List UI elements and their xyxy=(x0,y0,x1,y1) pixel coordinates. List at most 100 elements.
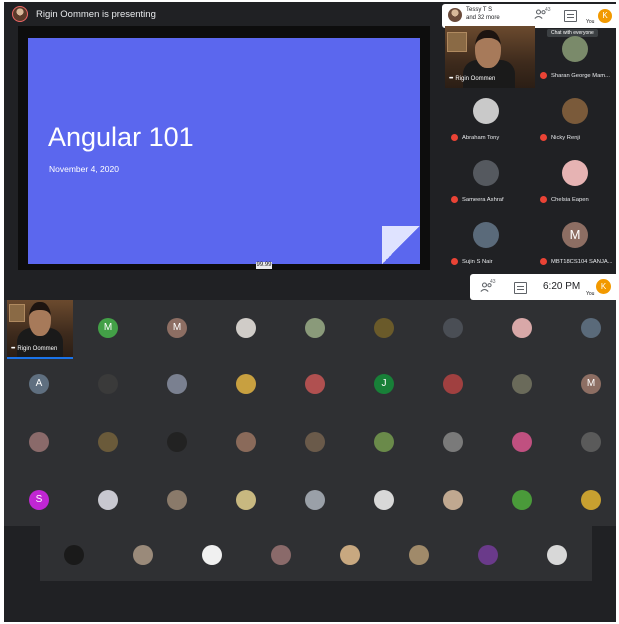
presenter-face xyxy=(29,302,51,336)
participant-name: Sharan George Mam... xyxy=(551,73,610,80)
user-avatar[interactable]: K xyxy=(598,9,612,23)
user-avatar[interactable]: K xyxy=(596,279,611,294)
meet-grid-view: 43 6:20 PM You K ••• Rigin Oommen M M A J M S xyxy=(4,272,616,622)
participant-avatar[interactable] xyxy=(29,432,49,452)
mic-off-icon xyxy=(540,134,547,141)
participant-avatar[interactable] xyxy=(98,374,118,394)
participant-name: MBT18CS104 SANJA... xyxy=(551,259,613,266)
participant-avatar[interactable] xyxy=(374,432,394,452)
participant-avatar[interactable] xyxy=(305,318,325,338)
you-label: You xyxy=(586,291,595,297)
participant-name-label: Sharan George Mam... xyxy=(540,72,610,79)
participant-name-label: Chelsia Eapen xyxy=(540,196,589,203)
participant-tile[interactable]: Sujin S Nair xyxy=(445,212,527,273)
more-options-icon[interactable]: ••• xyxy=(11,346,15,352)
participant-avatar[interactable] xyxy=(443,490,463,510)
participant-avatar[interactable] xyxy=(581,432,601,452)
participant-avatar: M xyxy=(562,222,588,248)
participant-avatar[interactable] xyxy=(98,490,118,510)
participant-name: Abraham Tony xyxy=(462,135,500,142)
participant-avatar[interactable] xyxy=(167,490,187,510)
participant-avatar[interactable] xyxy=(236,490,256,510)
background-window xyxy=(9,304,25,322)
participant-avatar[interactable] xyxy=(443,432,463,452)
participant-tile[interactable]: Abraham Tony xyxy=(445,88,527,150)
more-options-icon[interactable]: ••• xyxy=(449,76,453,82)
participant-avatar xyxy=(473,160,499,186)
participant-avatar[interactable] xyxy=(374,318,394,338)
participant-avatar[interactable] xyxy=(202,545,222,565)
presenting-text: Rigin Oommen is presenting xyxy=(36,8,156,20)
participant-avatar[interactable]: M xyxy=(167,318,187,338)
mic-off-icon xyxy=(451,196,458,203)
viewer-more: and 32 more xyxy=(466,15,500,21)
participant-avatar[interactable] xyxy=(443,318,463,338)
clock-time: 6:20 PM xyxy=(543,281,581,292)
slide-corner-fold xyxy=(382,226,420,264)
participant-tile[interactable]: Sharan George Mam... xyxy=(534,26,616,88)
mic-off-icon xyxy=(540,258,547,265)
presentation-frame: Angular 101 November 4, 2020 xyxy=(18,26,430,270)
participant-avatar[interactable] xyxy=(443,374,463,394)
participant-tile[interactable]: Chelsia Eapen xyxy=(534,150,616,212)
participant-name-label: MBT18CS104 SANJA... xyxy=(540,258,613,265)
participant-avatar[interactable] xyxy=(512,318,532,338)
participant-avatar[interactable] xyxy=(305,374,325,394)
participant-tile[interactable]: M MBT18CS104 SANJA... xyxy=(534,212,616,273)
slide-zoom-indicator: 99.99 xyxy=(256,262,272,269)
participant-avatar[interactable] xyxy=(98,432,118,452)
mic-off-icon xyxy=(451,258,458,265)
presenter-avatar xyxy=(12,6,28,22)
participant-tile[interactable]: Nicky Renji xyxy=(534,88,616,150)
participant-avatar[interactable] xyxy=(305,490,325,510)
participant-avatar[interactable] xyxy=(340,545,360,565)
participant-name: Sujin S Nair xyxy=(462,259,493,266)
participant-avatar[interactable]: M xyxy=(98,318,118,338)
slide-title: Angular 101 xyxy=(48,122,194,152)
participant-avatar[interactable] xyxy=(167,432,187,452)
participant-avatar[interactable] xyxy=(512,374,532,394)
people-count: 43 xyxy=(490,279,496,285)
chat-icon[interactable] xyxy=(564,10,577,22)
participant-avatar[interactable] xyxy=(478,545,498,565)
participant-avatar[interactable] xyxy=(512,490,532,510)
participant-tile[interactable]: Sameera Ashraf xyxy=(445,150,527,212)
participant-avatar[interactable] xyxy=(167,374,187,394)
participant-avatar[interactable]: M xyxy=(581,374,601,394)
self-video-tile[interactable]: ••• Rigin Oommen xyxy=(445,26,535,88)
participant-avatar xyxy=(473,222,499,248)
self-video-tile[interactable]: ••• Rigin Oommen xyxy=(7,300,73,359)
participant-avatar xyxy=(562,98,588,124)
self-name: Rigin Oommen xyxy=(17,346,58,352)
bottom-meeting-header: 43 6:20 PM You K xyxy=(470,274,616,300)
participant-avatar[interactable] xyxy=(271,545,291,565)
presentation-slide[interactable]: Angular 101 November 4, 2020 xyxy=(28,38,420,264)
viewer-name: Tessy T S xyxy=(466,7,493,13)
participant-avatar[interactable] xyxy=(236,374,256,394)
participant-avatar[interactable] xyxy=(64,545,84,565)
participant-avatar[interactable] xyxy=(512,432,532,452)
viewer-avatar xyxy=(448,8,462,22)
participant-avatar[interactable]: S xyxy=(29,490,49,510)
chat-icon[interactable] xyxy=(514,282,527,294)
participant-avatar[interactable] xyxy=(581,490,601,510)
participant-avatar[interactable]: A xyxy=(29,374,49,394)
slide-date: November 4, 2020 xyxy=(49,164,119,174)
participant-avatar[interactable] xyxy=(409,545,429,565)
participant-avatar[interactable] xyxy=(236,432,256,452)
participant-avatar xyxy=(562,160,588,186)
participant-name-label: Abraham Tony xyxy=(451,134,499,141)
participant-avatar[interactable] xyxy=(133,545,153,565)
participant-avatar[interactable] xyxy=(547,545,567,565)
participant-name: Chelsia Eapen xyxy=(551,197,589,204)
participant-name-label: Nicky Renji xyxy=(540,134,580,141)
participant-avatar[interactable] xyxy=(374,490,394,510)
mic-off-icon xyxy=(540,196,547,203)
people-count: 43 xyxy=(545,7,551,13)
participant-name: Nicky Renji xyxy=(551,135,580,142)
participant-avatar[interactable]: J xyxy=(374,374,394,394)
participant-avatar[interactable] xyxy=(581,318,601,338)
participant-grid-last-row xyxy=(40,526,592,581)
participant-avatar[interactable] xyxy=(236,318,256,338)
participant-avatar[interactable] xyxy=(305,432,325,452)
